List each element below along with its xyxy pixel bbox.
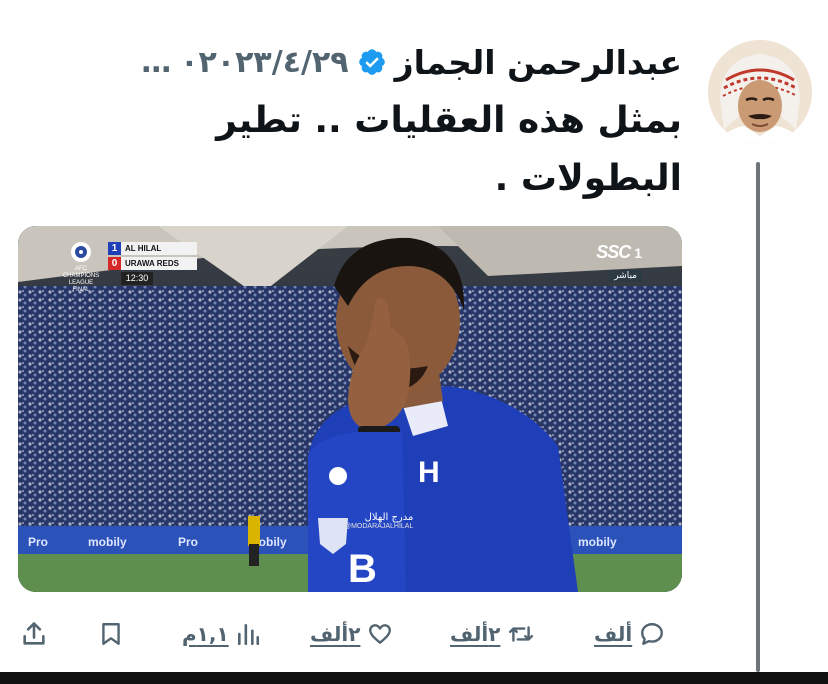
post-date[interactable]: ٠٢٠٢٣/٤/٢٩ bbox=[180, 45, 348, 80]
thread-line bbox=[756, 162, 760, 672]
stadium-name: مدرج الهلال bbox=[364, 512, 414, 523]
share-icon bbox=[23, 622, 45, 645]
date-prefix: ٠ bbox=[180, 44, 199, 80]
clock-spacer bbox=[108, 272, 121, 285]
stadium-logo-icon bbox=[308, 521, 338, 522]
live-badge: مباشر bbox=[609, 270, 642, 282]
stadium-watermark: مدرج الهلال @MODARAJALHILAL bbox=[308, 512, 413, 530]
share-button[interactable] bbox=[20, 614, 48, 654]
views-button[interactable]: ١,١م bbox=[182, 614, 261, 654]
replies-count: ألف bbox=[594, 622, 633, 646]
ssc-logo: SSC bbox=[596, 242, 631, 262]
svg-text:H: H bbox=[418, 456, 440, 489]
repost-button[interactable]: ٢ألف bbox=[450, 614, 536, 654]
views-count: ١,١م bbox=[182, 622, 229, 646]
verified-badge-icon bbox=[357, 47, 387, 77]
svg-text:Pro: Pro bbox=[178, 535, 198, 549]
score-rows: 1 AL HILAL 0 URAWA REDS 12:30 bbox=[108, 242, 197, 285]
clock-row: 12:30 bbox=[108, 272, 197, 285]
reply-button[interactable]: ألف bbox=[594, 614, 666, 654]
ssc-channel: 1 bbox=[634, 244, 642, 261]
away-row: 0 URAWA REDS bbox=[108, 257, 197, 270]
home-row: 1 AL HILAL bbox=[108, 242, 197, 255]
scoreboard: AFC CHAMPIONS LEAGUE FINAL 1 AL HILAL 0 … bbox=[60, 240, 197, 302]
reposts-count: ٢ألف bbox=[450, 622, 501, 646]
away-score: 0 bbox=[108, 257, 121, 270]
svg-text:mobily: mobily bbox=[88, 535, 127, 549]
svg-text:B: B bbox=[348, 547, 377, 591]
match-clock: 12:30 bbox=[121, 272, 153, 285]
more-options-icon[interactable]: … bbox=[141, 45, 172, 80]
repost-icon bbox=[509, 626, 534, 642]
bookmark-button[interactable] bbox=[98, 614, 124, 654]
bottom-divider bbox=[0, 672, 828, 684]
svg-text:mobily: mobily bbox=[578, 535, 617, 549]
reply-icon bbox=[641, 623, 664, 645]
views-icon bbox=[237, 624, 259, 646]
avatar-image bbox=[708, 40, 812, 144]
date-value: ٢٠٢٣/٤/٢٩ bbox=[198, 44, 349, 80]
tweet-media[interactable]: Pro mobily Pro mobily mobily H B AFC CHA… bbox=[18, 226, 682, 592]
svg-text:Pro: Pro bbox=[28, 535, 48, 549]
broadcaster-logo: SSC 1 مباشر bbox=[596, 242, 642, 282]
heart-icon bbox=[369, 624, 392, 644]
home-team: AL HILAL bbox=[121, 242, 197, 255]
away-team: URAWA REDS bbox=[121, 257, 197, 270]
author-name[interactable]: عبدالرحمن الجماز bbox=[395, 43, 682, 82]
like-button[interactable]: ٢ألف bbox=[310, 614, 394, 654]
likes-count: ٢ألف bbox=[310, 622, 361, 646]
action-bar: ١,١م ٢ألف ٢ألف ألف bbox=[20, 614, 700, 654]
tweet-header: عبدالرحمن الجماز ٠٢٠٢٣/٤/٢٩ … bbox=[141, 38, 682, 86]
tweet-text: بمثل هذه العقليات .. تطير البطولات . bbox=[216, 100, 682, 199]
tweet-card[interactable]: عبدالرحمن الجماز ٠٢٠٢٣/٤/٢٩ … بمثل هذه ا… bbox=[0, 0, 828, 684]
acl-logo: AFC CHAMPIONS LEAGUE FINAL bbox=[60, 240, 102, 296]
trophy-icon bbox=[71, 242, 91, 262]
home-score: 1 bbox=[108, 242, 121, 255]
stadium-handle: @MODARAJALHILAL bbox=[344, 523, 414, 530]
competition-label: AFC CHAMPIONS LEAGUE FINAL bbox=[62, 266, 100, 293]
bookmark-icon bbox=[102, 623, 120, 645]
avatar[interactable] bbox=[708, 40, 812, 144]
